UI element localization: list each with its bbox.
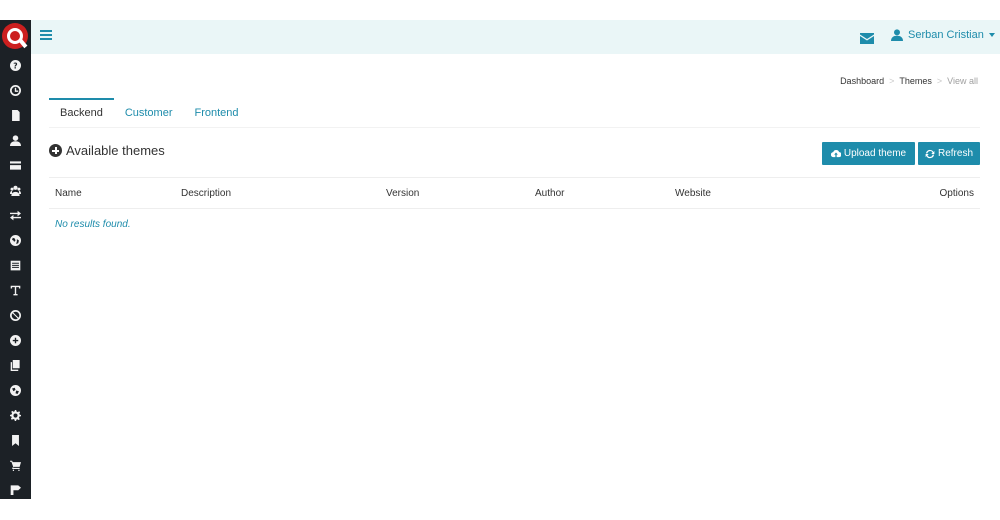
column-author[interactable]: Author (535, 188, 564, 199)
breadcrumb-separator: > (889, 76, 895, 86)
app-logo[interactable] (2, 23, 28, 49)
breadcrumb-dashboard[interactable]: Dashboard (840, 76, 884, 86)
theme-tabs: Backend Customer Frontend (49, 98, 250, 128)
envelope-icon[interactable] (860, 31, 874, 44)
topbar: Serban Cristian (31, 20, 1000, 54)
list-icon[interactable] (7, 257, 23, 273)
clock-icon[interactable] (7, 82, 23, 98)
upload-theme-button[interactable]: Upload theme (822, 142, 915, 165)
tab-backend[interactable]: Backend (49, 98, 114, 128)
user-avatar-icon (891, 29, 903, 41)
tabs-divider (49, 127, 980, 128)
plus-circle-icon[interactable] (7, 332, 23, 348)
table-header: Name Description Version Author Website … (49, 177, 980, 209)
signpost-icon[interactable] (7, 481, 23, 497)
plus-circle-icon (49, 144, 62, 157)
refresh-icon (925, 149, 935, 158)
themes-table: Name Description Version Author Website … (49, 177, 980, 230)
user-name: Serban Cristian (908, 29, 984, 41)
section-header: Available themes (49, 143, 165, 158)
column-options: Options (939, 188, 974, 199)
column-name[interactable]: Name (55, 188, 82, 199)
column-website[interactable]: Website (675, 188, 711, 199)
empty-state-message: No results found. (55, 219, 131, 230)
exchange-icon[interactable] (7, 207, 23, 223)
breadcrumb-themes[interactable]: Themes (899, 76, 932, 86)
refresh-button[interactable]: Refresh (918, 142, 980, 165)
svg-text:?: ? (13, 61, 17, 70)
chevron-down-icon (988, 33, 995, 37)
tab-frontend[interactable]: Frontend (184, 98, 250, 128)
refresh-label: Refresh (937, 148, 973, 159)
ban-icon[interactable] (7, 307, 23, 323)
column-description[interactable]: Description (181, 188, 231, 199)
help-icon[interactable]: ? (7, 57, 23, 73)
breadcrumb: Dashboard > Themes > View all (840, 76, 978, 86)
users-icon[interactable] (7, 182, 23, 198)
breadcrumb-current: View all (947, 76, 978, 86)
card-icon[interactable] (7, 157, 23, 173)
upload-theme-label: Upload theme (843, 148, 907, 159)
cart-icon[interactable] (7, 457, 23, 473)
app-frame: ? Serban Cristian Dashboard > Themes > V… (0, 20, 1000, 499)
user-menu[interactable]: Serban Cristian (891, 29, 995, 41)
column-version[interactable]: Version (386, 188, 419, 199)
cloud-upload-icon (830, 149, 841, 157)
bookmark-icon[interactable] (7, 432, 23, 448)
globe-icon[interactable] (7, 232, 23, 248)
breadcrumb-separator: > (936, 76, 943, 86)
text-icon[interactable] (7, 282, 23, 298)
tab-customer[interactable]: Customer (114, 98, 184, 128)
logo-tail (18, 38, 28, 49)
user-icon[interactable] (7, 132, 23, 148)
document-icon[interactable] (7, 107, 23, 123)
copy-icon[interactable] (7, 357, 23, 373)
hamburger-icon[interactable] (40, 30, 52, 43)
sidebar: ? (0, 20, 31, 499)
earth-icon[interactable] (7, 382, 23, 398)
page-title: Available themes (66, 143, 165, 158)
gear-icon[interactable] (7, 407, 23, 423)
